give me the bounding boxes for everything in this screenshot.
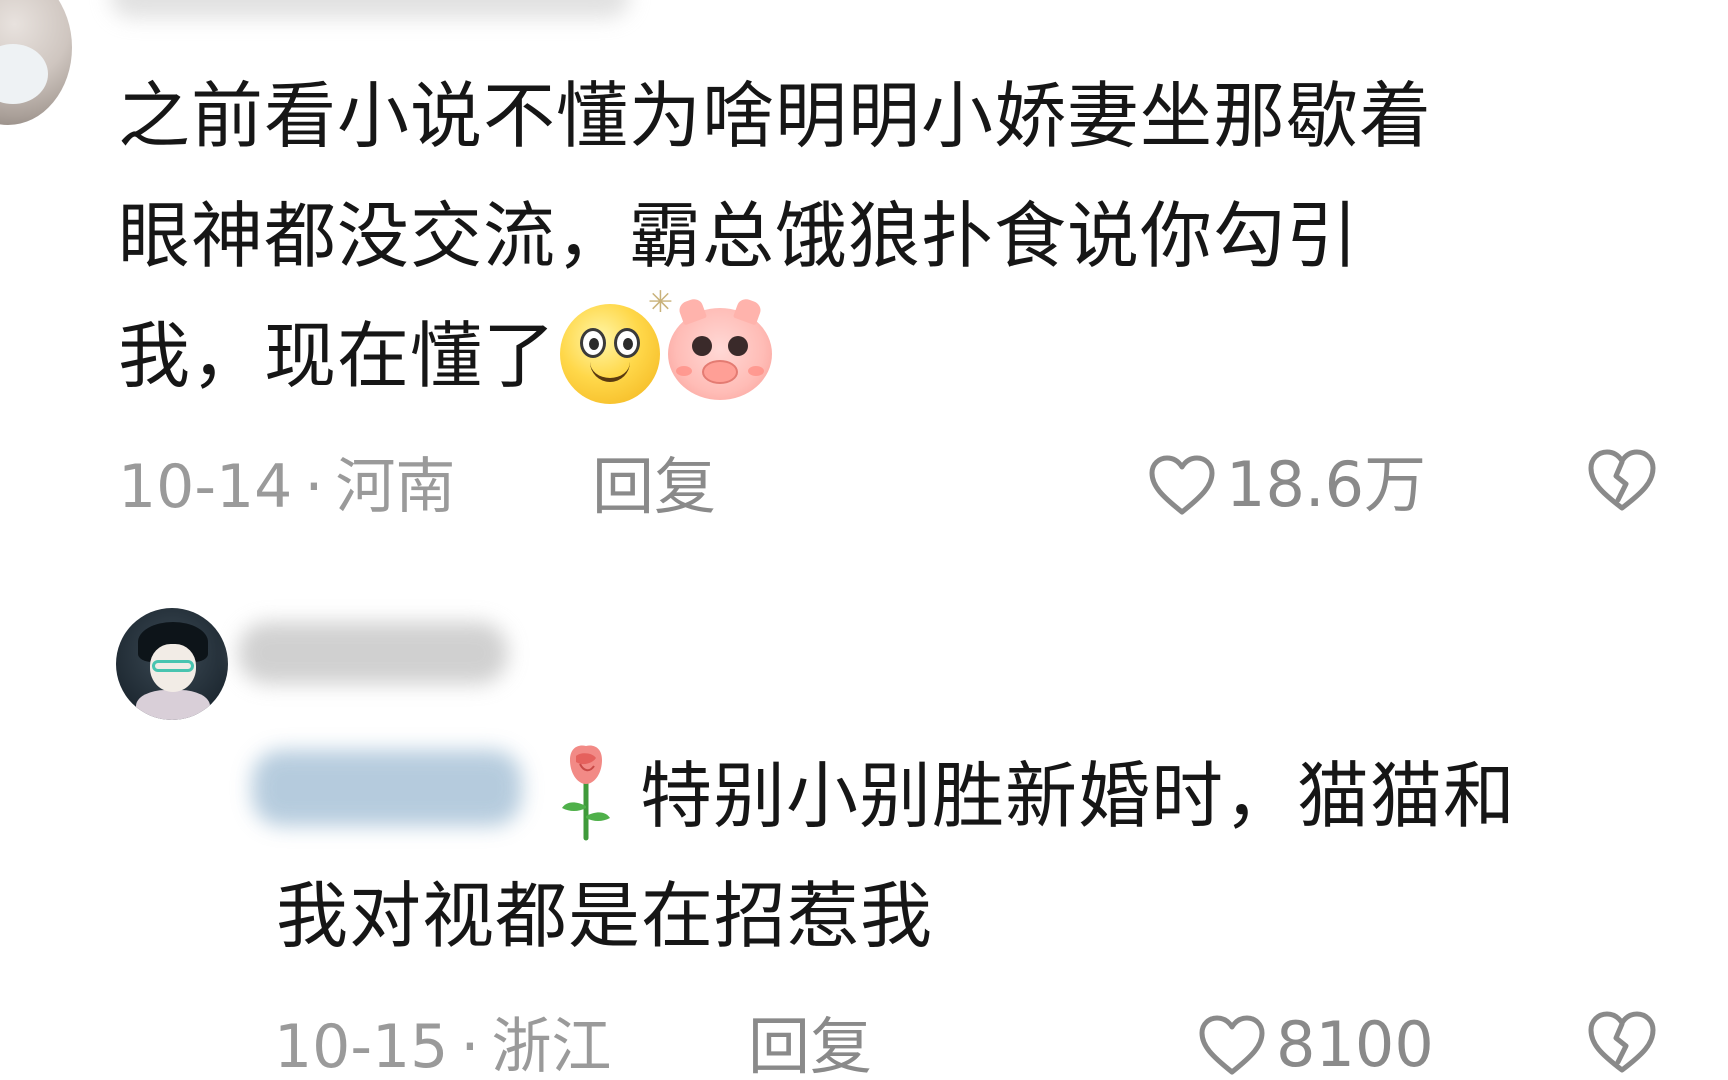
meta-separator: · — [304, 452, 324, 522]
comment-thread: 之前看小说不懂为啥明明小娇妻坐那歇着 眼神都没交流，霸总饿狼扑食说你勾引 我，现… — [0, 0, 1728, 1080]
heart-outline-icon — [1198, 1014, 1266, 1076]
commenter-avatar[interactable] — [116, 608, 228, 720]
commenter-avatar[interactable] — [0, 0, 72, 125]
comment-meta: 10-15 · 浙江 — [274, 1012, 611, 1080]
comment-text-line: 我，现在懂了 ✳ — [118, 288, 1638, 416]
comment-body: 之前看小说不懂为啥明明小娇妻坐那歇着 眼神都没交流，霸总饿狼扑食说你勾引 我，现… — [118, 56, 1638, 416]
reply-button[interactable]: 回复 — [748, 1012, 872, 1080]
reply-button[interactable]: 回复 — [592, 452, 716, 522]
like-count: 18.6万 — [1226, 448, 1427, 521]
like-button[interactable]: 18.6万 — [1148, 450, 1426, 520]
rose-emoji — [556, 742, 616, 842]
dizzy-face-emoji: ✳ — [560, 288, 673, 405]
blurred-username — [110, 0, 630, 18]
comment-text-line: 特别小别胜新婚时，猫猫和 — [640, 754, 1517, 838]
blurred-reply-target — [252, 750, 522, 826]
pig-face-emoji — [668, 297, 773, 401]
blurred-username — [238, 622, 508, 684]
comment-text-line: 之前看小说不懂为啥明明小娇妻坐那歇着 — [118, 74, 1433, 158]
comment-text-line: 我对视都是在招惹我 — [276, 874, 934, 958]
like-button[interactable]: 8100 — [1198, 1010, 1434, 1080]
comment-date: 10-14 — [118, 452, 293, 522]
comment-text-line: 眼神都没交流，霸总饿狼扑食说你勾引 — [118, 194, 1360, 278]
broken-heart-icon[interactable] — [1586, 448, 1658, 518]
comment-location: 浙江 — [491, 1012, 612, 1080]
like-count: 8100 — [1276, 1008, 1434, 1080]
comment-date: 10-15 — [274, 1012, 449, 1080]
comment-meta: 10-14 · 河南 — [118, 452, 455, 522]
broken-heart-icon[interactable] — [1586, 1010, 1658, 1080]
meta-separator: · — [460, 1012, 480, 1080]
heart-outline-icon — [1148, 454, 1216, 516]
comment-location: 河南 — [335, 452, 456, 522]
